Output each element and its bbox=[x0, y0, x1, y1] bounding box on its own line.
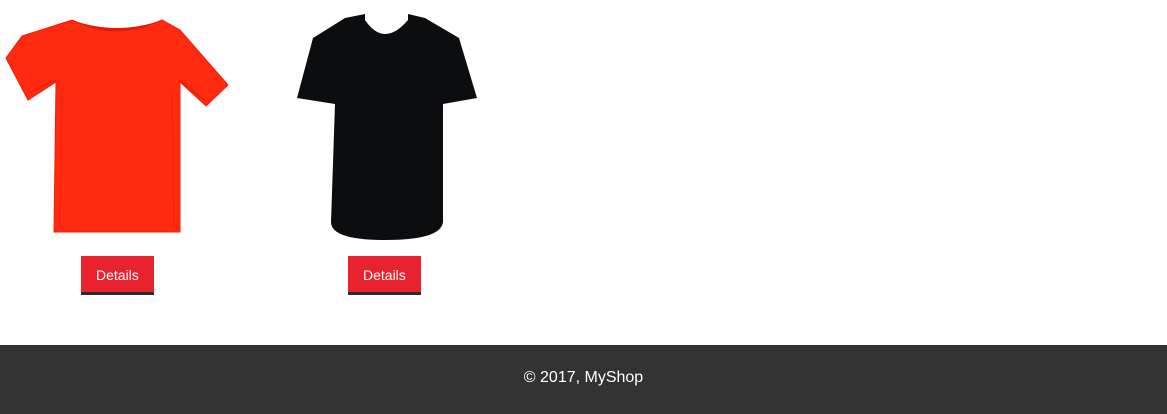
footer: © 2017, MyShop bbox=[0, 345, 1167, 414]
black-tshirt-image[interactable] bbox=[267, 0, 501, 245]
product-card-red-tshirt: Details bbox=[0, 0, 234, 295]
footer-copyright: © 2017, MyShop bbox=[523, 369, 644, 386]
details-button[interactable]: Details bbox=[348, 256, 421, 295]
details-button[interactable]: Details bbox=[81, 256, 154, 295]
product-card-black-tshirt: Details bbox=[267, 0, 501, 295]
product-grid: Details Details bbox=[0, 0, 1167, 345]
red-tshirt-image[interactable] bbox=[0, 0, 234, 245]
